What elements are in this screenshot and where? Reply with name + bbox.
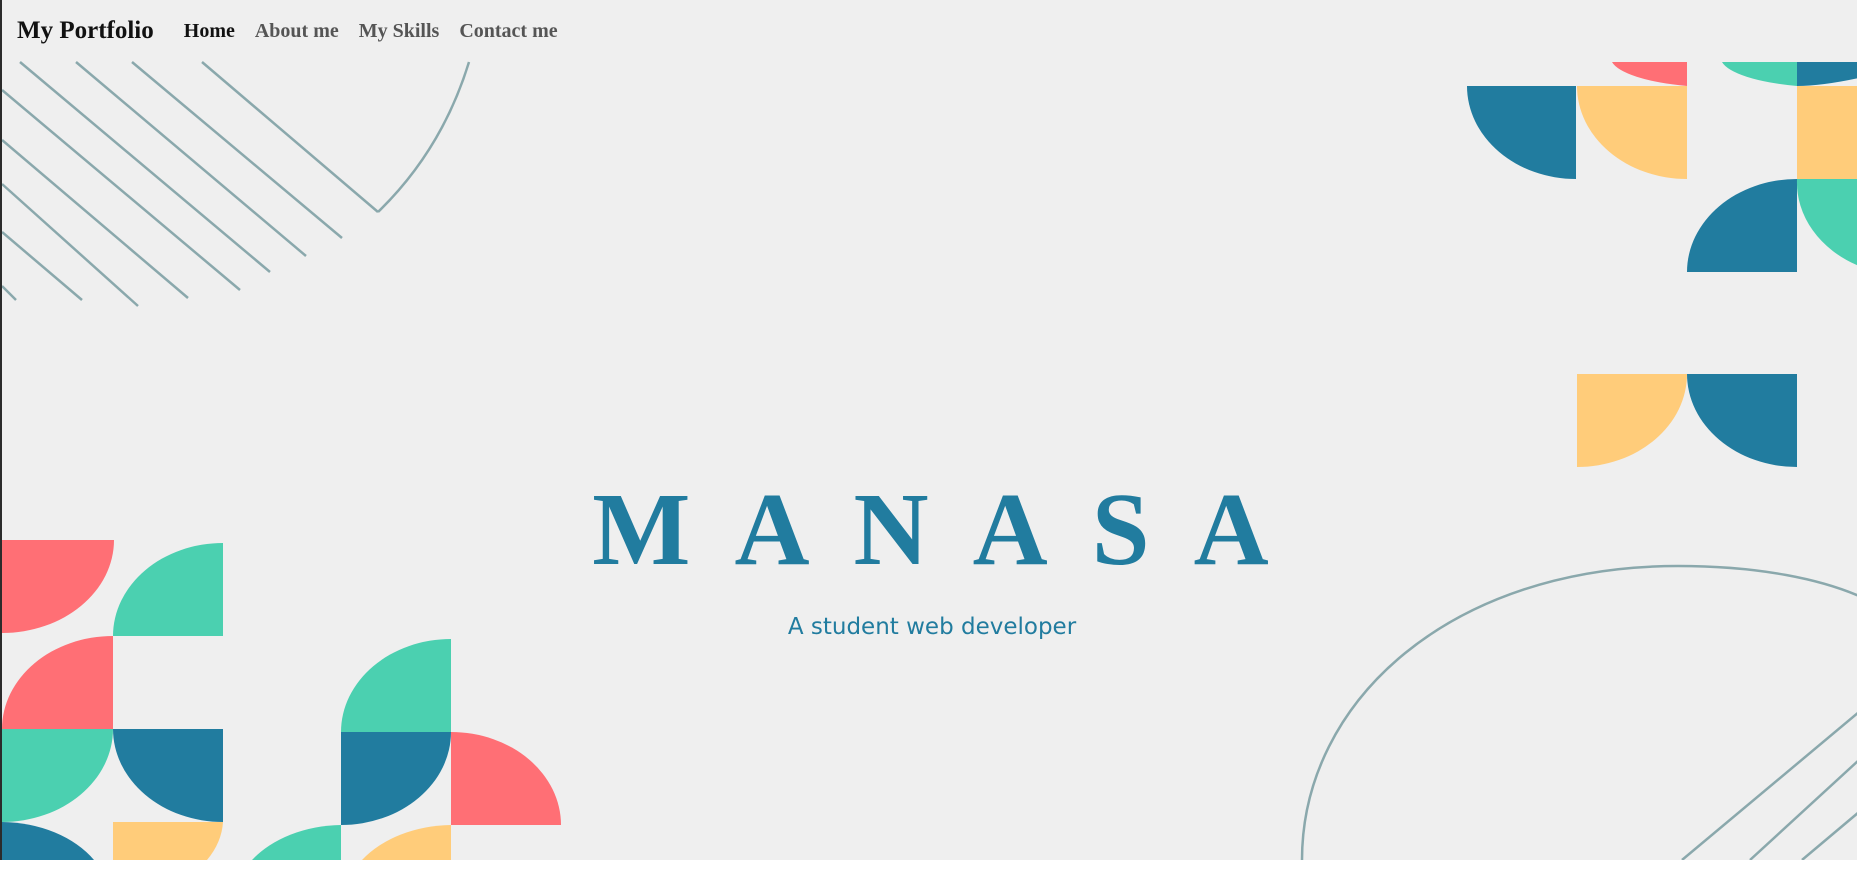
nav-link-about[interactable]: About me bbox=[255, 20, 339, 43]
decorative-shapes bbox=[2, 61, 1857, 860]
nav-link-skills[interactable]: My Skills bbox=[359, 20, 440, 43]
bottom-right-line-art bbox=[1300, 564, 1857, 860]
page-background: My Portfolio Home About me My Skills Con… bbox=[0, 0, 1857, 860]
right-middle-shapes bbox=[1577, 374, 1797, 467]
top-left-line-art bbox=[2, 61, 471, 307]
top-right-shapes bbox=[1467, 62, 1857, 272]
nav-link-contact[interactable]: Contact me bbox=[459, 20, 557, 43]
hero-subtitle: A student web developer bbox=[787, 614, 1077, 640]
navbar: My Portfolio Home About me My Skills Con… bbox=[2, 0, 1857, 62]
brand-logo[interactable]: My Portfolio bbox=[17, 17, 154, 45]
hero-title: MANASA bbox=[592, 471, 1313, 587]
nav-link-home[interactable]: Home bbox=[184, 20, 235, 43]
